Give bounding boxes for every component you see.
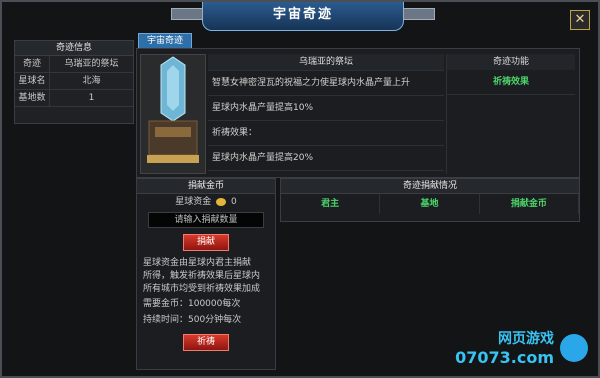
description-line: 星球内水晶产量提高10% xyxy=(208,96,444,121)
watermark: 网页游戏 07073.com xyxy=(455,328,592,372)
fund-label: 星球资金 xyxy=(175,197,212,207)
required-gold: 需要金币：100000每次 xyxy=(143,299,241,309)
wonder-info-header: 奇迹信息 xyxy=(15,41,133,56)
donate-gold-panel: 捐献金币 星球资金 0 请输入捐献数量 捐献 星球资金由星球内君主捐献 所得，触… xyxy=(136,178,276,370)
watermark-bottom: 07073.com xyxy=(455,348,554,367)
info-row: 奇迹 乌瑞亚的祭坛 xyxy=(15,56,133,73)
pray-button[interactable]: 祈祷 xyxy=(183,334,229,351)
duration: 持续时间：500分钟每次 xyxy=(143,315,242,325)
info-key: 基地数 xyxy=(15,90,50,106)
donate-header: 捐献金币 xyxy=(137,179,275,194)
description-line: 所有城市均受到祈祷效果加成 xyxy=(143,284,261,294)
planet-fund: 星球资金 0 xyxy=(137,194,275,210)
info-row: 基地数 1 xyxy=(15,90,133,107)
donation-columns: 君主 基地 捐献金币 xyxy=(281,194,579,214)
wonder-description-grid: 乌瑞亚的祭坛 智慧女神密涅瓦的祝福之力使星球内水晶产量上升 星球内水晶产量提高1… xyxy=(208,54,444,174)
info-value: 北海 xyxy=(82,76,101,86)
donate-button[interactable]: 捐献 xyxy=(183,234,229,251)
info-value: 乌瑞亚的祭坛 xyxy=(64,59,119,69)
wonder-function-column: 奇迹功能 祈祷效果 xyxy=(446,54,575,174)
info-row: 星球名 北海 xyxy=(15,73,133,90)
description-line: 智慧女神密涅瓦的祝福之力使星球内水晶产量上升 xyxy=(208,71,444,96)
fund-value: 0 xyxy=(231,197,237,207)
donation-status-panel: 奇迹捐献情况 君主 基地 捐献金币 xyxy=(280,178,580,222)
description-line: 所得，触发祈祷效果后星球内 xyxy=(143,271,261,281)
altar-title: 乌瑞亚的祭坛 xyxy=(208,54,444,71)
close-button[interactable]: ✕ xyxy=(570,10,590,30)
donate-amount-input[interactable]: 请输入捐献数量 xyxy=(148,212,264,228)
info-value: 1 xyxy=(88,93,95,103)
prayer-effect-label: 祈祷效果 xyxy=(447,70,575,95)
watermark-top: 网页游戏 xyxy=(498,331,554,347)
donation-status-header: 奇迹捐献情况 xyxy=(281,179,579,194)
info-key: 星球名 xyxy=(15,73,50,89)
gold-coin-icon xyxy=(216,197,227,206)
crystal-altar-image xyxy=(140,54,206,174)
column-lord: 君主 xyxy=(281,194,381,214)
crystal-altar-icon xyxy=(141,55,205,173)
description-line: 星球资金由星球内君主捐献 xyxy=(143,258,252,268)
wonder-info-panel: 奇迹信息 奇迹 乌瑞亚的祭坛 星球名 北海 基地数 1 xyxy=(14,40,134,124)
donate-description: 星球资金由星球内君主捐献 所得，触发祈祷效果后星球内 所有城市均受到祈祷效果加成 xyxy=(137,257,275,296)
tab-universe-wonder[interactable]: 宇宙奇迹 xyxy=(138,33,192,49)
function-header: 奇迹功能 xyxy=(447,54,575,70)
column-base: 基地 xyxy=(380,194,480,214)
window-title: 宇宙奇迹 xyxy=(171,2,435,31)
column-donated-gold: 捐献金币 xyxy=(480,194,579,214)
wonder-window: 宇宙奇迹 ✕ 奇迹信息 奇迹 乌瑞亚的祭坛 星球名 北海 基地数 1 宇宙奇迹 xyxy=(0,0,600,378)
description-line: 祈祷效果： xyxy=(208,121,444,146)
info-key: 奇迹 xyxy=(15,56,50,72)
description-line: 星球内水晶产量提高20% xyxy=(208,146,444,171)
mascot-icon xyxy=(560,334,588,362)
